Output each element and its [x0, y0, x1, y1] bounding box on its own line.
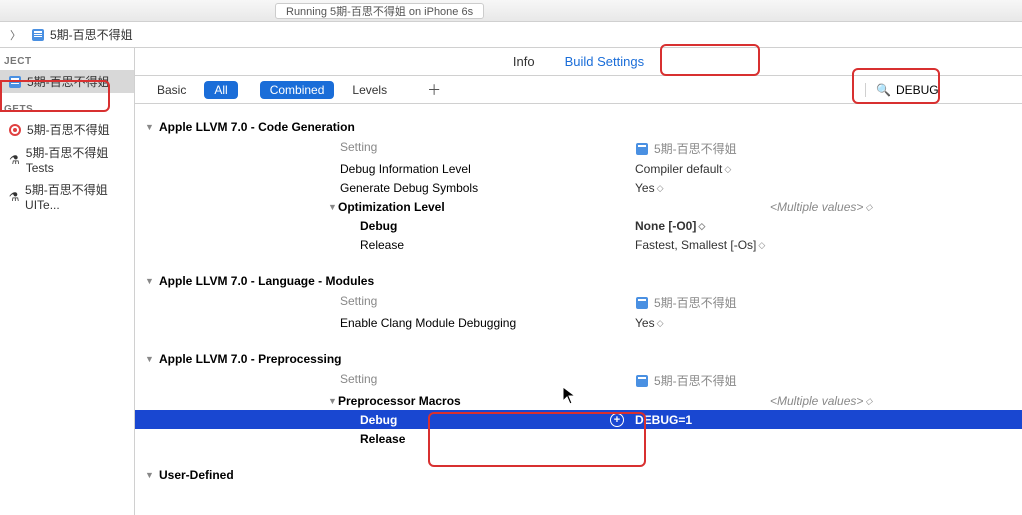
popup-arrows-icon: ◇ — [657, 185, 664, 192]
setting-value[interactable]: Fastest, Smallest [-Os]◇ — [635, 238, 765, 252]
setting-value[interactable]: None [-O0]◇ — [635, 219, 705, 233]
sidebar-target-label: 5期-百思不得姐 — [27, 121, 110, 138]
setting-row-debug-selected[interactable]: Debug + DEBUG=1 — [135, 410, 1022, 429]
disclosure-triangle-icon[interactable]: ▼ — [328, 396, 338, 406]
disclosure-triangle-icon[interactable]: ▼ — [145, 122, 155, 132]
popup-arrows-icon: ◇ — [865, 398, 872, 405]
search-icon: 🔍 — [876, 83, 891, 97]
status-text: Running 5期-百思不得姐 on iPhone 6s — [286, 3, 473, 19]
setting-row[interactable]: Generate Debug Symbols Yes◇ — [135, 178, 1022, 197]
section-codegen[interactable]: ▼ Apple LLVM 7.0 - Code Generation — [135, 116, 1022, 138]
setting-row-macros[interactable]: ▼ Preprocessor Macros <Multiple values>◇ — [135, 391, 1022, 410]
project-icon — [635, 296, 649, 310]
sidebar-target-label: 5期-百思不得姐UITe... — [25, 181, 126, 212]
sidebar-target-app[interactable]: 5期-百思不得姐 — [0, 118, 134, 141]
breadcrumb-label: 5期-百思不得姐 — [50, 26, 133, 43]
setting-row-debug[interactable]: Debug None [-O0]◇ — [135, 216, 1022, 235]
tab-info[interactable]: Info — [513, 54, 535, 69]
app-target-icon — [8, 123, 22, 137]
filter-all[interactable]: All — [204, 81, 237, 99]
setting-value[interactable]: Yes◇ — [635, 181, 664, 195]
setting-row-release[interactable]: Release Fastest, Smallest [-Os]◇ — [135, 235, 1022, 254]
section-title: Apple LLVM 7.0 - Language - Modules — [159, 274, 374, 288]
setting-row-release[interactable]: Release — [135, 429, 1022, 448]
add-circle-icon[interactable]: + — [610, 413, 624, 427]
test-target-icon: ⚗ — [8, 190, 20, 204]
column-header-setting: Setting — [135, 372, 635, 389]
column-header-setting: Setting — [135, 140, 635, 157]
column-header-target: 5期-百思不得姐 — [635, 294, 737, 311]
tab-build-settings[interactable]: Build Settings — [565, 54, 645, 69]
content-area: Info Build Settings Basic All Combined L… — [135, 48, 1022, 515]
project-icon — [635, 142, 649, 156]
breadcrumb-project[interactable]: 5期-百思不得姐 — [31, 26, 133, 43]
setting-name: Generate Debug Symbols — [135, 181, 635, 195]
back-chevron-icon[interactable]: 〉 — [10, 27, 21, 43]
settings-table: ▼ Apple LLVM 7.0 - Code Generation Setti… — [135, 104, 1022, 515]
window-top-bar: Running 5期-百思不得姐 on iPhone 6s — [0, 0, 1022, 22]
disclosure-triangle-icon[interactable]: ▼ — [145, 276, 155, 286]
multi-values-label: <Multiple values>◇ — [770, 394, 872, 408]
filter-levels[interactable]: Levels — [342, 81, 397, 99]
setting-name: Debug — [135, 413, 635, 427]
project-sidebar: JECT 5期-百思不得姐 GETS 5期-百思不得姐 ⚗ 5期-百思不得姐Te… — [0, 48, 135, 515]
filter-bar: Basic All Combined Levels ＋ 🔍 — [135, 76, 1022, 104]
popup-arrows-icon: ◇ — [865, 204, 872, 211]
column-header-target: 5期-百思不得姐 — [635, 372, 737, 389]
sidebar-target-uitests[interactable]: ⚗ 5期-百思不得姐UITe... — [0, 178, 134, 215]
multi-values-label: <Multiple values>◇ — [770, 200, 872, 214]
section-modules[interactable]: ▼ Apple LLVM 7.0 - Language - Modules — [135, 270, 1022, 292]
sidebar-header-targets: GETS — [0, 101, 134, 118]
status-pill: Running 5期-百思不得姐 on iPhone 6s — [275, 3, 484, 19]
section-preprocessing[interactable]: ▼ Apple LLVM 7.0 - Preprocessing — [135, 348, 1022, 370]
filter-combined[interactable]: Combined — [260, 81, 335, 99]
setting-row[interactable]: Debug Information Level Compiler default… — [135, 159, 1022, 178]
breadcrumb-bar: 〉 5期-百思不得姐 — [0, 22, 1022, 48]
sidebar-project-item[interactable]: 5期-百思不得姐 — [0, 70, 134, 93]
sidebar-target-tests[interactable]: ⚗ 5期-百思不得姐Tests — [0, 141, 134, 178]
column-header-setting: Setting — [135, 294, 635, 311]
setting-name: Enable Clang Module Debugging — [135, 316, 635, 330]
disclosure-triangle-icon[interactable]: ▼ — [145, 470, 155, 480]
popup-arrows-icon: ◇ — [724, 166, 731, 173]
project-icon — [31, 28, 45, 42]
sidebar-target-label: 5期-百思不得姐Tests — [26, 144, 126, 175]
disclosure-triangle-icon[interactable]: ▼ — [145, 354, 155, 364]
sidebar-header-project: JECT — [0, 53, 134, 70]
column-header-target: 5期-百思不得姐 — [635, 140, 737, 157]
search-input[interactable] — [896, 83, 976, 97]
setting-row-optimization[interactable]: ▼ Optimization Level <Multiple values>◇ — [135, 197, 1022, 216]
sidebar-project-label: 5期-百思不得姐 — [27, 73, 110, 90]
project-icon — [635, 374, 649, 388]
setting-row[interactable]: Enable Clang Module Debugging Yes◇ — [135, 313, 1022, 332]
section-title: Apple LLVM 7.0 - Code Generation — [159, 120, 355, 134]
project-icon — [8, 75, 22, 89]
setting-name: Debug — [135, 219, 635, 233]
section-title: User-Defined — [159, 468, 234, 482]
test-target-icon: ⚗ — [8, 153, 21, 167]
setting-name: Debug Information Level — [135, 162, 635, 176]
disclosure-triangle-icon[interactable]: ▼ — [328, 202, 338, 212]
search-wrap: 🔍 — [865, 83, 1010, 97]
popup-arrows-icon: ◇ — [758, 242, 765, 249]
setting-name: Release — [135, 238, 635, 252]
setting-name: Release — [135, 432, 635, 446]
setting-value[interactable]: Compiler default◇ — [635, 162, 731, 176]
section-title: Apple LLVM 7.0 - Preprocessing — [159, 352, 341, 366]
popup-arrows-icon: ◇ — [657, 320, 664, 327]
editor-tabs: Info Build Settings — [135, 48, 1022, 76]
filter-basic[interactable]: Basic — [147, 81, 196, 99]
add-setting-button[interactable]: ＋ — [419, 80, 449, 100]
section-userdefined[interactable]: ▼ User-Defined — [135, 464, 1022, 486]
setting-value[interactable]: DEBUG=1 — [635, 413, 692, 427]
setting-value[interactable]: Yes◇ — [635, 316, 664, 330]
popup-arrows-icon: ◇ — [698, 223, 705, 230]
